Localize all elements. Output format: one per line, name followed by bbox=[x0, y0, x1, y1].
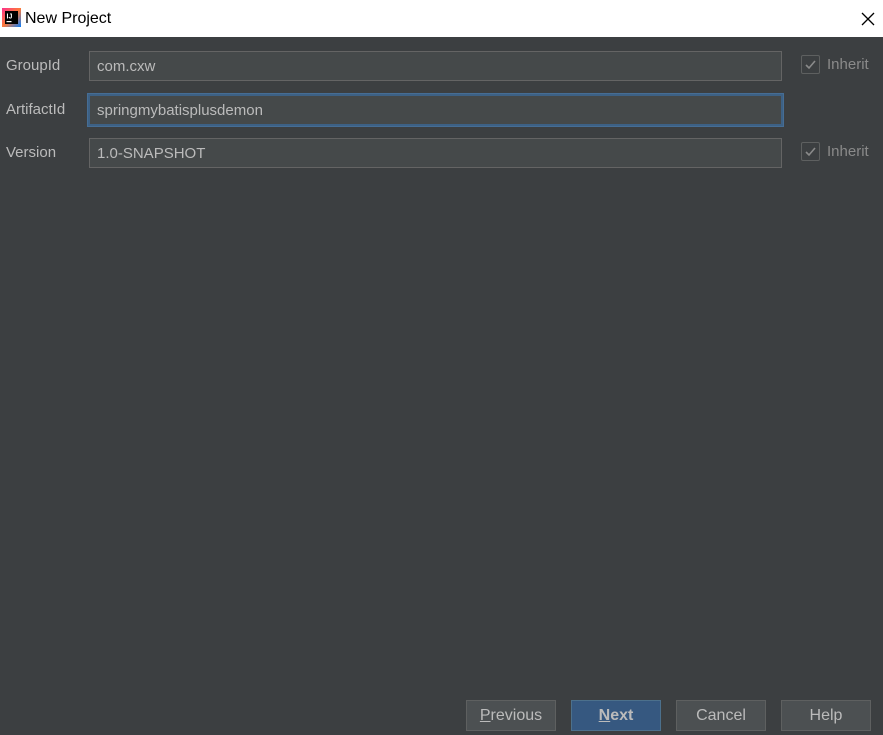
version-label: Version bbox=[6, 144, 57, 161]
previous-button[interactable]: Previous bbox=[466, 700, 556, 731]
inherit-label: Inherit bbox=[827, 55, 869, 73]
previous-label-rest: revious bbox=[490, 706, 543, 724]
cancel-label: Cancel bbox=[696, 706, 746, 724]
intellij-idea-icon: IJ bbox=[2, 8, 21, 27]
cancel-button[interactable]: Cancel bbox=[676, 700, 766, 731]
svg-text:IJ: IJ bbox=[7, 14, 13, 21]
version-field[interactable] bbox=[89, 138, 782, 168]
checkbox-box bbox=[801, 142, 820, 161]
next-button[interactable]: Next bbox=[571, 700, 661, 731]
artifact-id-field[interactable] bbox=[88, 94, 783, 126]
group-id-label: GroupId bbox=[6, 57, 61, 74]
help-button[interactable]: Help bbox=[781, 700, 871, 731]
close-icon bbox=[861, 12, 875, 26]
close-button[interactable] bbox=[855, 6, 881, 32]
next-label-rest: ext bbox=[610, 706, 634, 724]
group-id-inherit-checkbox[interactable]: Inherit bbox=[801, 55, 869, 74]
checkmark-icon bbox=[805, 60, 816, 70]
next-mnemonic: N bbox=[598, 706, 611, 724]
title-bar: IJ New Project bbox=[0, 0, 883, 37]
checkmark-icon bbox=[805, 147, 816, 157]
window-title: New Project bbox=[25, 10, 112, 27]
previous-mnemonic: P bbox=[479, 706, 491, 724]
checkbox-box bbox=[801, 55, 820, 74]
inherit-label: Inherit bbox=[827, 142, 869, 160]
artifact-id-label: ArtifactId bbox=[6, 101, 66, 118]
version-inherit-checkbox[interactable]: Inherit bbox=[801, 142, 869, 161]
group-id-field[interactable] bbox=[89, 51, 782, 81]
help-label: Help bbox=[809, 706, 843, 724]
